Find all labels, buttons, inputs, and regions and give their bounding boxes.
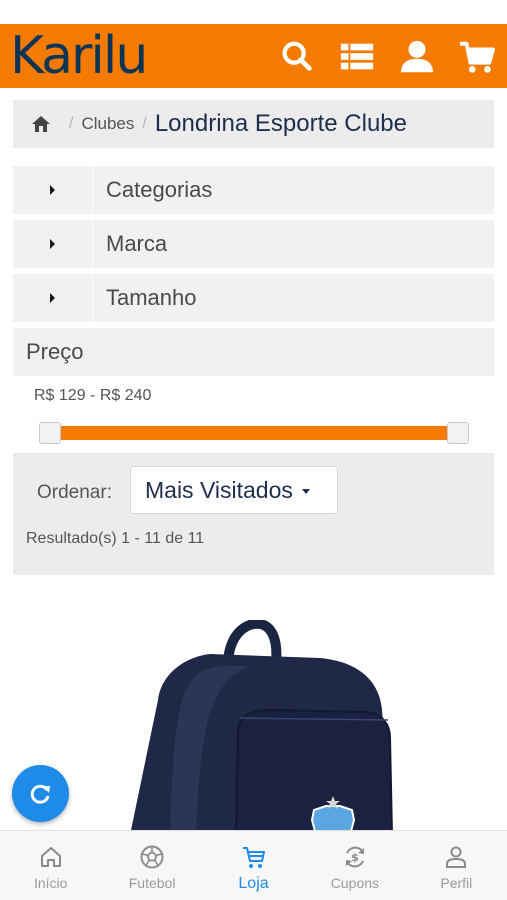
bottom-tab-bar: Início Futebol Loja $ Cupons Perfil <box>0 830 507 900</box>
cart-icon <box>242 847 265 868</box>
product-image[interactable] <box>100 620 410 835</box>
breadcrumb-separator: / <box>69 115 74 132</box>
tab-label: Loja <box>238 875 269 892</box>
brand-logo[interactable]: Karilu <box>10 28 148 84</box>
sort-panel: Ordenar: Mais Visitados Resultado(s) 1 -… <box>13 453 494 575</box>
sort-label: Ordenar: <box>37 482 112 503</box>
price-range-text: R$ 129 - R$ 240 <box>34 387 152 404</box>
tab-cupons[interactable]: $ Cupons <box>304 831 405 900</box>
coupon-icon: $ <box>345 846 364 868</box>
top-header: Karilu <box>0 24 507 88</box>
breadcrumb: / Clubes / Londrina Esporte Clube <box>13 100 494 148</box>
facet-categorias[interactable]: Categorias <box>13 166 494 214</box>
user-icon[interactable] <box>398 38 436 76</box>
expand-arrow-icon[interactable] <box>13 274 93 322</box>
list-icon[interactable] <box>338 38 376 76</box>
tab-label: Perfil <box>440 875 473 891</box>
sort-select[interactable]: Mais Visitados <box>130 466 338 514</box>
home-icon[interactable] <box>31 114 51 134</box>
expand-arrow-icon[interactable] <box>13 166 93 214</box>
facet-label: Tamanho <box>106 285 197 310</box>
breadcrumb-current: Londrina Esporte Clube <box>154 110 407 137</box>
svg-text:$: $ <box>351 851 359 864</box>
price-filter-heading: Preço <box>13 328 494 376</box>
facet-label: Categorias <box>106 177 213 202</box>
search-icon[interactable] <box>278 38 316 76</box>
tab-label: Início <box>33 875 68 891</box>
tab-futebol[interactable]: Futebol <box>101 831 202 900</box>
sort-selected-value: Mais Visitados <box>145 476 293 503</box>
cart-icon[interactable] <box>458 38 496 76</box>
tab-loja[interactable]: Loja <box>203 831 304 900</box>
facet-marca[interactable]: Marca <box>13 220 494 268</box>
breadcrumb-item-clubes[interactable]: Clubes <box>81 114 134 134</box>
price-slider-min-handle[interactable] <box>39 422 61 444</box>
price-slider-max-handle[interactable] <box>447 422 469 444</box>
facet-label: Marca <box>106 231 168 256</box>
facet-tamanho[interactable]: Tamanho <box>13 274 494 322</box>
chevron-down-icon <box>301 489 310 494</box>
user-icon <box>446 846 467 868</box>
price-slider-track[interactable] <box>48 426 458 440</box>
results-count: Resultado(s) 1 - 11 de 11 <box>26 530 205 547</box>
tab-perfil[interactable]: Perfil <box>406 831 507 900</box>
tab-inicio[interactable]: Início <box>0 831 101 900</box>
breadcrumb-separator: / <box>142 115 147 132</box>
refresh-icon <box>30 784 50 804</box>
expand-arrow-icon[interactable] <box>13 220 93 268</box>
soccer-ball-icon <box>140 845 164 869</box>
refresh-button[interactable] <box>12 765 69 822</box>
status-strip <box>0 0 507 24</box>
home-icon <box>40 847 61 867</box>
tab-label: Cupons <box>330 875 380 891</box>
tab-label: Futebol <box>128 875 176 891</box>
